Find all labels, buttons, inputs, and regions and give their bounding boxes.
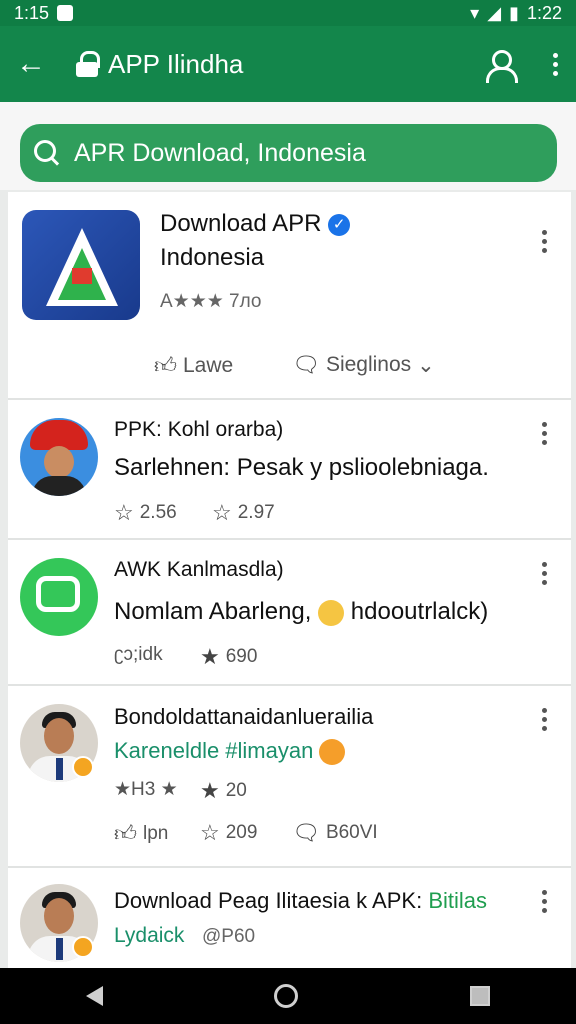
comment-icon: 🗨︎ [292,352,320,377]
app-bar-title: APP Ilindha [108,48,244,79]
search-bar[interactable] [20,124,557,182]
post-text: Lydaick [114,924,185,947]
comment-icon: 🗨︎ [292,820,320,845]
search-icon [32,138,62,168]
post-text: Sarlehnen: Pesak y pslioolebniaga. [114,454,489,481]
post-card[interactable]: Bondoldattanaidanluerailia Kareneldle #l… [8,686,571,868]
post-menu-icon[interactable] [539,708,549,731]
chevron-down-icon: ⌄ [417,353,435,377]
post-author: PPK: Kohl orarba) [114,418,284,441]
nav-home-icon[interactable] [274,984,299,1008]
nav-recents-icon[interactable] [470,986,491,1006]
overflow-menu-icon[interactable] [550,52,560,76]
thumbs-up-icon: 👍︎ [114,821,137,846]
lock-icon [76,51,100,77]
post-author: AWK Kanlmasdla) [114,558,284,581]
featured-rating: A★★★ 7ло [160,291,262,312]
wifi-icon: ▾ [470,2,480,23]
post-author: Download Peag Ilitaesia k APK: Bitilas [114,888,487,913]
like-count[interactable]: ʗɔ;idk [114,644,163,666]
search-input[interactable] [74,138,534,168]
rating-stat: ★H3 ★ [114,779,178,800]
featured-title-line2: Indonesia [160,244,265,271]
account-icon[interactable] [484,48,518,83]
post-card[interactable]: PPK: Kohl orarba) Sarlehnen: Pesak y psl… [8,400,571,540]
chat-app-icon [20,558,98,636]
featured-title: Download APR ✓ [160,210,351,238]
featured-menu-icon[interactable] [539,230,549,253]
battery-icon: ▮ [509,2,519,23]
post-menu-icon[interactable] [539,562,549,585]
like-button[interactable]: 👍︎ lpn [114,820,168,847]
app-logo-icon [22,210,140,320]
comment-button[interactable]: 🗨︎ B60VI [292,820,378,846]
star-icon: ★ [200,644,220,669]
share-button[interactable]: 🗨︎ Sieglinos ⌄ [292,352,435,378]
status-time-right: 1:22 [526,2,562,23]
avatar [20,418,98,496]
post-menu-icon[interactable] [539,422,549,445]
post-text: Kareneldle #limayan [114,738,346,766]
post-card[interactable]: Download Peag Ilitaesia k APK: Bitilas L… [8,868,571,968]
signal-icon: ◢ [487,2,502,23]
post-text: Nomlam Abarleng, hdooutrlalck) [114,598,489,626]
post-menu-icon[interactable] [539,890,549,913]
like-count[interactable]: ☆ 2.56 [114,500,177,526]
badge-icon [72,756,94,778]
like-button[interactable]: 👍︎ Lawe [154,352,233,379]
status-time: 1:15 [14,2,50,23]
featured-app-card[interactable]: Download APR ✓ Indonesia A★★★ 7ло 👍︎ Law… [8,192,571,400]
star-icon: ★ [200,778,220,803]
back-arrow-icon[interactable]: ← [16,47,56,81]
badge-icon [72,936,94,958]
smile-emoji-icon [318,599,345,626]
verified-badge-icon: ✓ [328,213,351,236]
post-author: Bondoldattanaidanluerailia [114,704,374,729]
thumbs-up-icon: 👍︎ [154,353,177,378]
app-bar: ← APP Ilindha [0,26,576,102]
notification-icon [57,5,74,21]
star-count: ★ 20 [200,778,247,803]
search-area [0,102,576,190]
system-nav-bar [0,968,576,1024]
post-card[interactable]: AWK Kanlmasdla) Nomlam Abarleng, hdooutr… [8,540,571,686]
status-bar: 1:15 ▾ ◢ ▮ 1:22 [0,0,576,26]
emoji-icon [319,739,346,766]
star-button[interactable]: ☆ 209 [200,820,257,846]
feed: Download APR ✓ Indonesia A★★★ 7ло 👍︎ Law… [8,192,571,968]
post-handle: @P60 [202,926,256,947]
nav-back-icon[interactable] [85,986,103,1006]
thumbs-up-icon: ☆ [212,500,232,525]
share-count[interactable]: ☆ 2.97 [212,500,275,526]
star-icon: ☆ [200,820,220,845]
star-count[interactable]: ★ 690 [200,644,257,670]
thumbs-up-icon: ☆ [114,500,134,525]
